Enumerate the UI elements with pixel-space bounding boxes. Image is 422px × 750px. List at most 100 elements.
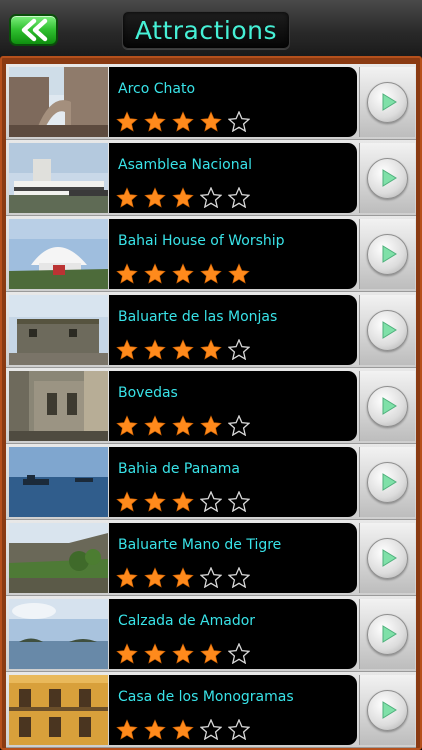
star-empty-icon — [225, 490, 253, 512]
attraction-info: Calzada de Amador — [109, 599, 357, 669]
open-attraction-button[interactable] — [359, 219, 415, 289]
attraction-name: Bovedas — [118, 385, 178, 401]
star-filled-icon — [113, 262, 141, 284]
star-filled-icon — [141, 490, 169, 512]
attraction-info: Arco Chato — [109, 67, 357, 137]
attraction-thumbnail — [9, 447, 108, 517]
star-filled-icon — [197, 110, 225, 132]
star-filled-icon — [169, 490, 197, 512]
open-attraction-button[interactable] — [359, 67, 415, 137]
attraction-row[interactable]: Baluarte Mano de Tigre — [6, 520, 416, 596]
star-empty-icon — [225, 642, 253, 664]
attraction-info: Bahai House of Worship — [109, 219, 357, 289]
attraction-thumbnail — [9, 523, 108, 593]
title-box: Attractions — [122, 11, 290, 49]
rating-stars — [113, 414, 253, 436]
attraction-row[interactable]: Calzada de Amador — [6, 596, 416, 672]
attractions-list-frame: Arco Chato Asamblea Nacional Bahai House… — [0, 56, 422, 750]
attraction-name: Arco Chato — [118, 81, 196, 97]
attraction-thumbnail — [9, 67, 108, 137]
back-button[interactable] — [9, 14, 58, 46]
star-filled-icon — [113, 718, 141, 740]
rating-stars — [113, 642, 253, 664]
star-filled-icon — [113, 642, 141, 664]
attraction-thumbnail — [9, 295, 108, 365]
star-filled-icon — [141, 642, 169, 664]
rating-stars — [113, 338, 253, 360]
attraction-info: Baluarte Mano de Tigre — [109, 523, 357, 593]
play-arrow-icon — [367, 385, 408, 427]
star-filled-icon — [141, 338, 169, 360]
attraction-row[interactable]: Baluarte de las Monjas — [6, 292, 416, 368]
star-filled-icon — [169, 262, 197, 284]
star-filled-icon — [169, 718, 197, 740]
attraction-thumbnail — [9, 599, 108, 669]
open-attraction-button[interactable] — [359, 447, 415, 517]
play-arrow-icon — [367, 613, 408, 655]
open-attraction-button[interactable] — [359, 675, 415, 745]
attraction-name: Bahai House of Worship — [118, 233, 285, 249]
open-attraction-button[interactable] — [359, 295, 415, 365]
play-arrow-icon — [367, 689, 408, 731]
attraction-thumbnail — [9, 143, 108, 213]
star-empty-icon — [225, 414, 253, 436]
play-arrow-icon — [367, 309, 408, 351]
star-filled-icon — [169, 338, 197, 360]
star-empty-icon — [197, 566, 225, 588]
play-arrow-icon — [367, 461, 408, 503]
attraction-row[interactable]: Asamblea Nacional — [6, 140, 416, 216]
attraction-thumbnail — [9, 371, 108, 441]
star-filled-icon — [197, 262, 225, 284]
play-arrow-icon — [367, 81, 408, 123]
star-empty-icon — [225, 338, 253, 360]
star-filled-icon — [141, 262, 169, 284]
star-filled-icon — [141, 566, 169, 588]
star-filled-icon — [141, 110, 169, 132]
star-filled-icon — [113, 186, 141, 208]
star-filled-icon — [113, 338, 141, 360]
rating-stars — [113, 110, 253, 132]
open-attraction-button[interactable] — [359, 371, 415, 441]
star-empty-icon — [225, 110, 253, 132]
attraction-thumbnail — [9, 675, 108, 745]
star-filled-icon — [141, 414, 169, 436]
star-filled-icon — [113, 490, 141, 512]
page-title: Attractions — [134, 15, 278, 45]
attraction-thumbnail — [9, 219, 108, 289]
rating-stars — [113, 718, 253, 740]
attraction-name: Casa de los Monogramas — [118, 689, 294, 705]
star-filled-icon — [169, 414, 197, 436]
attraction-info: Bovedas — [109, 371, 357, 441]
play-arrow-icon — [367, 537, 408, 579]
star-empty-icon — [225, 718, 253, 740]
star-filled-icon — [169, 642, 197, 664]
attraction-info: Asamblea Nacional — [109, 143, 357, 213]
star-filled-icon — [197, 338, 225, 360]
attraction-row[interactable]: Bahai House of Worship — [6, 216, 416, 292]
attraction-row[interactable]: Arco Chato — [6, 64, 416, 140]
open-attraction-button[interactable] — [359, 523, 415, 593]
play-arrow-icon — [367, 233, 408, 275]
rating-stars — [113, 490, 253, 512]
attraction-row[interactable]: Bahia de Panama — [6, 444, 416, 520]
attraction-info: Bahia de Panama — [109, 447, 357, 517]
attraction-name: Baluarte de las Monjas — [118, 309, 278, 325]
attraction-name: Calzada de Amador — [118, 613, 256, 629]
rating-stars — [113, 566, 253, 588]
star-filled-icon — [225, 262, 253, 284]
star-filled-icon — [113, 566, 141, 588]
open-attraction-button[interactable] — [359, 143, 415, 213]
star-filled-icon — [113, 414, 141, 436]
star-filled-icon — [169, 110, 197, 132]
rating-stars — [113, 186, 253, 208]
star-filled-icon — [197, 414, 225, 436]
rating-stars — [113, 262, 253, 284]
open-attraction-button[interactable] — [359, 599, 415, 669]
attraction-row[interactable]: Casa de los Monogramas — [6, 672, 416, 748]
attraction-name: Asamblea Nacional — [118, 157, 253, 173]
double-chevron-left-icon — [17, 18, 51, 42]
star-empty-icon — [197, 490, 225, 512]
attractions-list[interactable]: Arco Chato Asamblea Nacional Bahai House… — [6, 64, 416, 748]
attraction-row[interactable]: Bovedas — [6, 368, 416, 444]
star-empty-icon — [225, 186, 253, 208]
